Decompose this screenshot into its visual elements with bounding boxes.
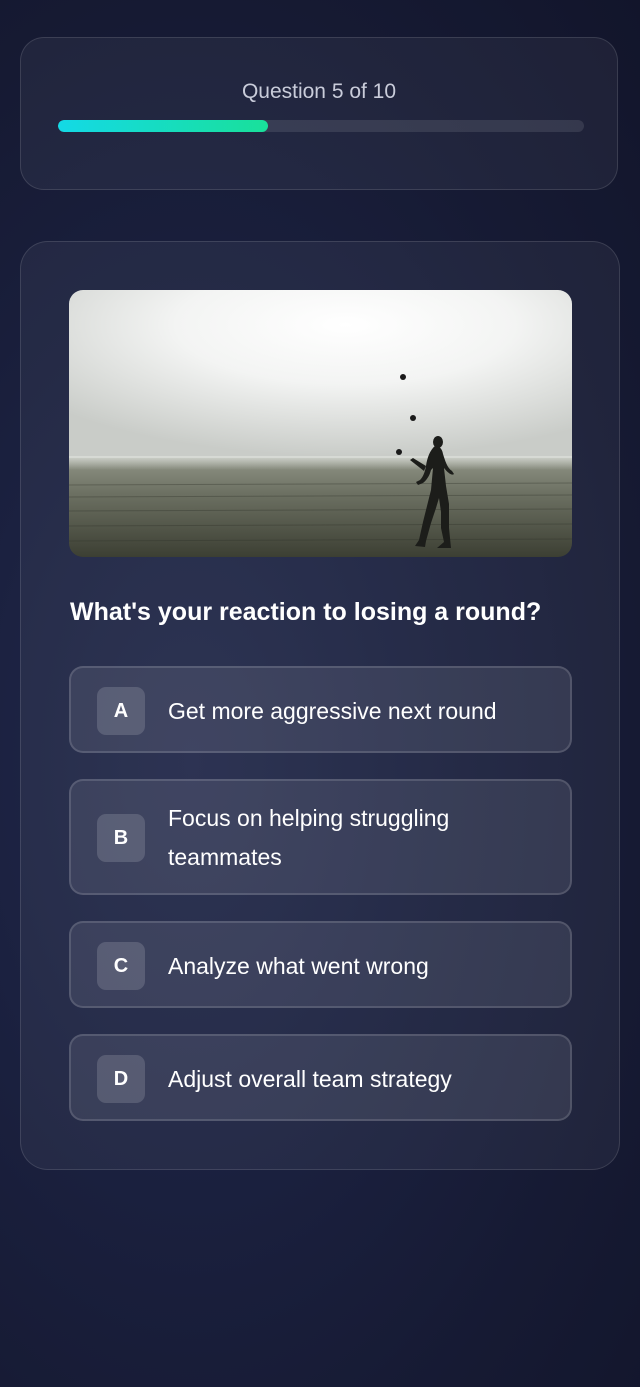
option-letter: C — [97, 942, 145, 990]
progress-card: Question 5 of 10 — [20, 37, 618, 190]
option-label: Analyze what went wrong — [168, 953, 429, 979]
option-a-button[interactable]: A Get more aggressive next round — [69, 666, 572, 753]
question-card: What's your reaction to losing a round? … — [20, 241, 620, 1170]
question-image — [69, 290, 572, 557]
option-letter: D — [97, 1055, 145, 1103]
option-label: Get more aggressive next round — [168, 698, 497, 724]
progress-track — [58, 120, 584, 132]
option-label: Adjust overall team strategy — [168, 1066, 452, 1092]
option-letter: A — [97, 687, 145, 735]
option-letter: B — [97, 814, 145, 862]
progress-fill — [58, 120, 269, 132]
progress-label: Question 5 of 10 — [241, 80, 397, 103]
option-label: Focus on helping struggling teammates — [168, 805, 450, 870]
option-d-button[interactable]: D Adjust overall team strategy — [69, 1034, 572, 1121]
option-b-button[interactable]: B Focus on helping struggling teammates — [69, 779, 572, 895]
question-text: What's your reaction to losing a round? — [70, 598, 542, 626]
option-c-button[interactable]: C Analyze what went wrong — [69, 921, 572, 1008]
